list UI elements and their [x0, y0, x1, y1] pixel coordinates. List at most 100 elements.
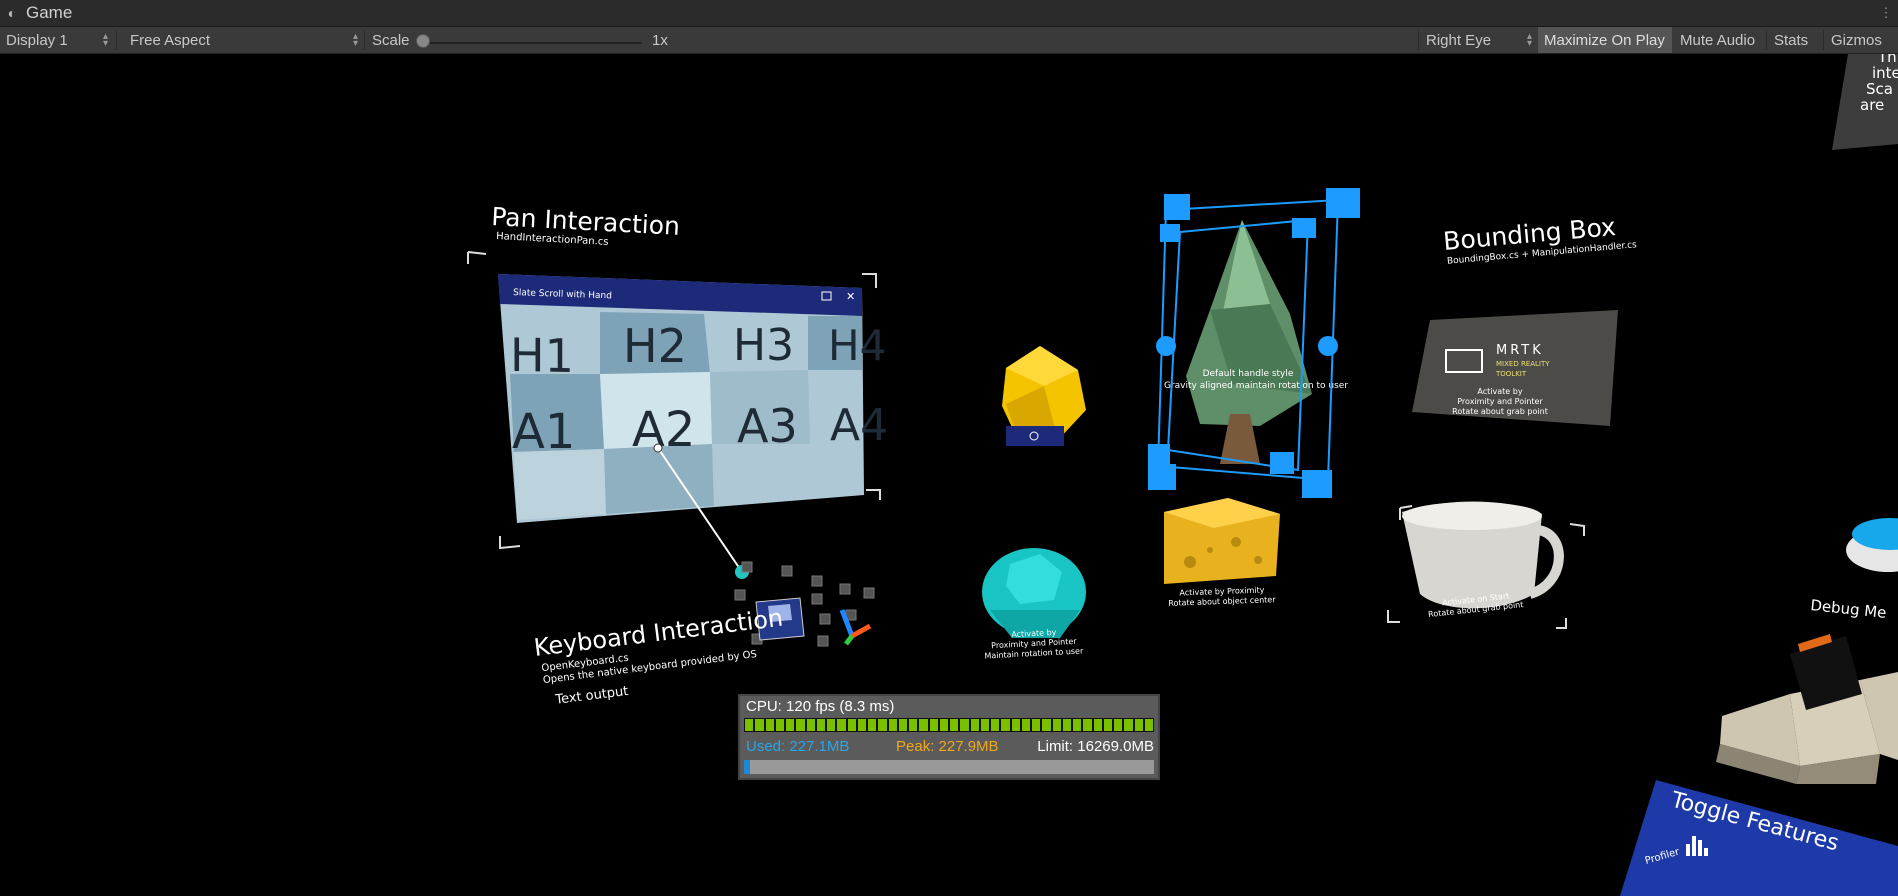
mrtk-title: MRTK	[1496, 343, 1544, 358]
frame-bar	[816, 719, 825, 731]
frame-bar	[1124, 719, 1133, 731]
scale-handle[interactable]	[1164, 194, 1190, 220]
frame-bar	[1011, 719, 1020, 731]
frame-bar	[1093, 719, 1102, 731]
frame-bar	[909, 719, 918, 731]
gizmos-dropdown[interactable]: Gizmos	[1825, 27, 1898, 53]
frame-bar	[1144, 719, 1153, 731]
mrtk-label-2: Proximity and Pointer	[1457, 397, 1543, 406]
cpu-readout: CPU: 120 fps (8.3 ms)	[746, 698, 895, 715]
grid-cell-a3: A3	[737, 399, 798, 453]
frame-bar	[1114, 719, 1123, 731]
rotation-handle[interactable]	[1156, 336, 1176, 356]
stats-toggle[interactable]: Stats	[1768, 27, 1814, 53]
cheese-object[interactable]: Activate by Proximity Rotate about objec…	[1164, 498, 1280, 608]
frame-bar	[847, 719, 856, 731]
frame-bar	[775, 719, 784, 731]
scale-handle[interactable]	[1148, 444, 1170, 464]
frame-bar	[970, 719, 979, 731]
slate-panel[interactable]: Slate Scroll with Hand ✕ H1 H2 H3 H4 A1 …	[498, 274, 888, 523]
frame-bar	[950, 719, 959, 731]
teal-gem-object[interactable]: Activate by Proximity and Pointer Mainta…	[982, 548, 1086, 661]
debug-label: Debug Me	[1810, 596, 1888, 622]
grid-cell-a4: A4	[830, 400, 888, 451]
game-viewport[interactable]: Th inte Sca are Pan Interaction HandInte…	[0, 54, 1898, 896]
debug-menu-button[interactable]: Debug Me	[1810, 518, 1898, 622]
scale-handle[interactable]	[1292, 218, 1316, 238]
piano-keys[interactable]	[1716, 634, 1898, 784]
kebab-menu-icon[interactable]: ⋮	[1878, 5, 1894, 21]
mrtk-logo-card[interactable]: MRTK MIXED REALITY TOOLKIT Activate by P…	[1412, 310, 1618, 426]
ray-cursor	[653, 443, 663, 453]
memory-usage-bar	[744, 760, 1154, 774]
scale-label-text: Scale	[372, 31, 410, 49]
frame-bar	[1134, 719, 1143, 731]
frame-bar	[1073, 719, 1082, 731]
game-controller-icon: ◐	[7, 5, 17, 21]
gizmos-label: Gizmos	[1831, 31, 1882, 49]
scale-slider-handle[interactable]	[416, 34, 430, 48]
memory-usage-fill	[744, 760, 750, 774]
instructions-panel: Th inte Sca are	[1832, 54, 1898, 150]
frame-bar	[960, 719, 969, 731]
scale-handle[interactable]	[1160, 224, 1180, 242]
scale-value: 1x	[646, 27, 674, 53]
grid-cell-h3: H3	[733, 320, 794, 371]
visual-profiler: CPU: 120 fps (8.3 ms) Used: 227.1MB Peak…	[738, 694, 1160, 780]
frame-bar	[1103, 719, 1112, 731]
scale-handle[interactable]	[1148, 464, 1176, 490]
frame-bar	[786, 719, 795, 731]
frame-bar	[1032, 719, 1041, 731]
frame-bar	[857, 719, 866, 731]
frame-bar	[827, 719, 836, 731]
scale-slider-track[interactable]	[420, 42, 642, 44]
frame-bar	[888, 719, 897, 731]
yellow-gem-object[interactable]	[1002, 346, 1086, 446]
frame-bar	[1052, 719, 1061, 731]
instructions-line-4: are	[1860, 96, 1884, 114]
maximize-on-play-toggle[interactable]: Maximize On Play	[1538, 27, 1672, 53]
frame-bar	[939, 719, 948, 731]
dropdown-arrows-icon: ▴ ▾	[1526, 31, 1532, 49]
grid-cell-a1: A1	[512, 404, 575, 460]
game-tab[interactable]: ◐ Game	[0, 0, 82, 26]
scale-handle[interactable]	[1302, 470, 1332, 498]
close-icon[interactable]: ✕	[846, 290, 855, 303]
memory-used: Used: 227.1MB	[746, 738, 850, 755]
frame-bar	[868, 719, 877, 731]
memory-limit: Limit: 16269.0MB	[1037, 738, 1154, 755]
bounding-box-demo: Bounding Box BoundingBox.cs + Manipulati…	[1442, 212, 1638, 267]
aspect-dropdown[interactable]: Free Aspect ▴ ▾	[124, 27, 362, 53]
stats-label: Stats	[1774, 31, 1809, 49]
frame-bar	[898, 719, 907, 731]
dropdown-arrows-icon: ▴ ▾	[352, 31, 358, 49]
coffee-cup-object[interactable]: Activate on Start Rotate about grab poin…	[1387, 501, 1585, 629]
mute-label: Mute Audio	[1680, 31, 1756, 49]
mute-audio-toggle[interactable]: Mute Audio	[1674, 27, 1761, 53]
tree-label-1: Default handle style	[1203, 369, 1294, 379]
toggle-features-panel: Toggle Features Profiler	[1620, 780, 1898, 896]
tree-bounding-box[interactable]: Default handle style Gravity aligned mai…	[1148, 188, 1360, 498]
maximize-label: Maximize On Play	[1544, 31, 1665, 49]
rotation-handle[interactable]	[1318, 336, 1338, 356]
display-dropdown[interactable]: Display 1 ▴ ▾	[0, 27, 112, 53]
scale-handle[interactable]	[1270, 452, 1294, 474]
frame-bar	[1062, 719, 1071, 731]
frame-bar	[796, 719, 805, 731]
frame-bar	[991, 719, 1000, 731]
dropdown-arrows-icon: ▴ ▾	[102, 31, 108, 49]
scale-handle[interactable]	[1326, 188, 1360, 218]
frame-bar	[878, 719, 887, 731]
aspect-value: Free Aspect	[130, 31, 211, 49]
tree-label-2: Gravity aligned maintain rotation to use…	[1164, 381, 1348, 391]
tab-bar: ◐ Game ⋮	[0, 0, 1898, 27]
mrtk-sub-1: MIXED REALITY	[1496, 360, 1550, 368]
scale-value-text: 1x	[652, 31, 668, 49]
game-toolbar: Display 1 ▴ ▾ Free Aspect ▴ ▾ Scale 1x Rig…	[0, 27, 1898, 54]
frame-bar	[1042, 719, 1051, 731]
text-output-field[interactable]: Text output	[554, 684, 630, 708]
frame-bar	[929, 719, 938, 731]
grid-cell-h2: H2	[623, 319, 687, 373]
eye-dropdown[interactable]: Right Eye ▴ ▾	[1420, 27, 1536, 53]
frame-bar	[806, 719, 815, 731]
